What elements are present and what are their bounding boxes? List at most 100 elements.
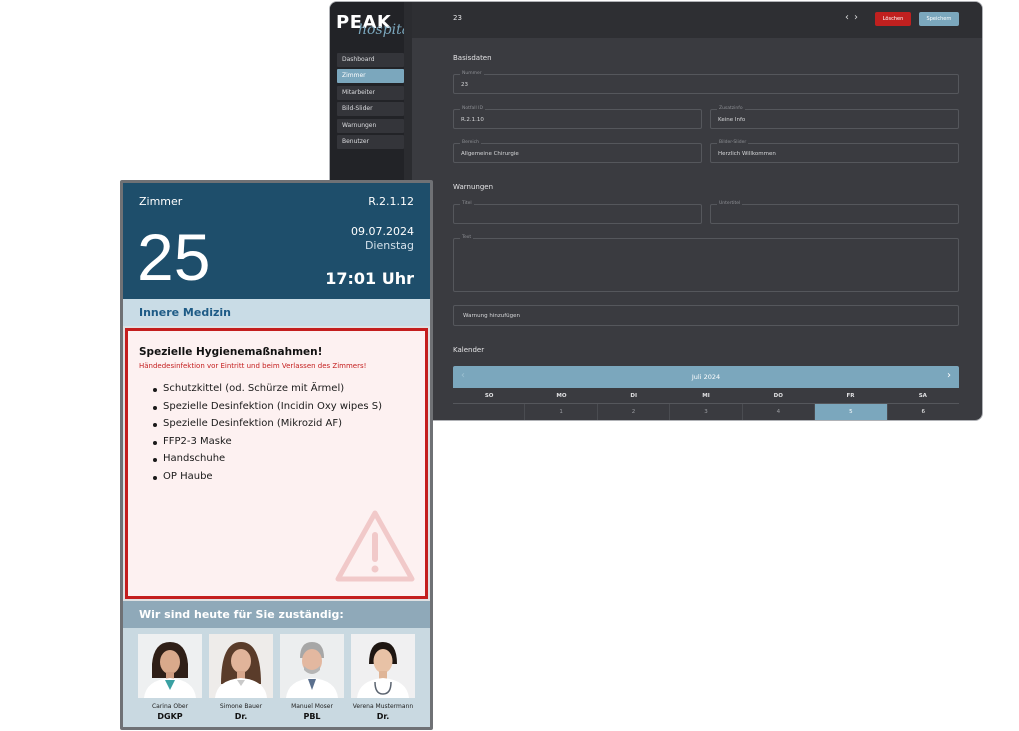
chevron-right-icon[interactable]: › [854,12,863,23]
room-id: R.2.1.12 [368,195,414,208]
staff-name: Manuel Moser [291,703,333,710]
titel-label: Titel [460,201,474,206]
team-section: Carina Ober DGKP Simone Bauer Dr. Manuel… [123,628,430,727]
bereich-label: Bereich [460,140,481,145]
list-item: Handschuhe [153,453,382,471]
notfall-id-field[interactable]: Notfall ID R.2.1.10 [453,106,702,129]
chevron-right-icon[interactable]: › [947,370,951,381]
weekday-label: FR [846,393,855,399]
text-area[interactable]: Text [453,235,959,292]
sidebar-item-warnungen[interactable]: Warnungen [337,118,404,133]
staff-card: Simone Bauer Dr. [209,634,273,721]
weekday-label: SA [918,393,927,399]
weekday: Dienstag [364,239,414,252]
avatar [351,634,415,698]
weekday-label: DI [630,393,638,399]
calendar-day-today[interactable]: 5 [814,404,887,420]
save-button[interactable]: Speichern [919,12,959,26]
room-number-title: 23 [453,14,462,22]
calendar-header: ‹ Juli 2024 › [453,366,959,388]
avatar [280,634,344,698]
admin-content: Basisdaten Nummer 23 Notfall ID R.2.1.10… [412,38,982,420]
nummer-label: Nummer [460,71,484,76]
zusatzinfo-field[interactable]: Zusatzinfo Keine Info [710,106,959,129]
warning-triangle-icon [335,510,415,582]
calendar-month: Juli 2024 [691,373,721,381]
calendar-day[interactable]: 1 [524,404,596,420]
section-title-basisdaten: Basisdaten [453,54,492,62]
staff-card: Carina Ober DGKP [138,634,202,721]
pager: ‹› [845,12,863,23]
calendar-day[interactable]: 4 [741,404,814,420]
weekday-label: DO [773,393,783,399]
staff-card: Manuel Moser PBL [280,634,344,721]
zimmer-label: Zimmer [139,195,183,208]
date: 09.07.2024 [351,225,414,238]
notfall-id-value: R.2.1.10 [461,117,484,123]
staff-role: PBL [303,712,321,721]
titel-field[interactable]: Titel [453,201,702,224]
time: 17:01 Uhr [325,269,414,288]
section-title-warnungen: Warnungen [453,183,494,191]
delete-button[interactable]: Löschen [875,12,911,26]
team-title: Wir sind heute für Sie zuständig: [123,601,430,628]
weekday-label: MI [702,393,710,399]
calendar-day[interactable]: 2 [596,404,669,420]
bereich-value: Allgemeine Chirurgie [461,151,519,157]
untertitel-field[interactable]: Untertitel [710,201,959,224]
calendar-day[interactable]: 3 [669,404,741,420]
calendar-day[interactable] [453,404,524,420]
bilder-slider-label: Bilder-Slider [717,140,749,145]
text-label: Text [460,235,474,240]
room-display-tablet: Zimmer R.2.1.12 25 09.07.2024 Dienstag 1… [120,180,433,730]
calendar-weekdays: SO MO DI MI DO FR SA [453,388,959,404]
room-number: 25 [137,220,211,294]
weekday-label: SO [484,393,494,399]
staff-name: Simone Bauer [219,703,263,710]
sidebar-nav: Dashboard Zimmer Mitarbeiter Bild-Slider… [337,53,404,151]
staff-role: DGKP [157,712,183,721]
admin-topbar: 23 ‹› Löschen Speichern [412,2,982,38]
list-item: OP Haube [153,471,382,489]
add-warning-button[interactable]: Warnung hinzufügen [453,305,959,326]
staff-role: Dr. [376,712,390,721]
notfall-id-label: Notfall ID [460,106,485,111]
staff-name: Carina Ober [151,703,189,710]
calendar: ‹ Juli 2024 › SO MO DI MI DO FR SA 1 2 3… [453,366,959,420]
warning-title: Spezielle Hygienemaßnahmen! [139,346,323,358]
bilder-slider-value: Herzlich Willkommen [718,151,776,157]
room-display-screen: Zimmer R.2.1.12 25 09.07.2024 Dienstag 1… [123,183,430,727]
untertitel-label: Untertitel [717,201,743,206]
zusatzinfo-value: Keine Info [718,117,746,123]
room-header: Zimmer R.2.1.12 25 09.07.2024 Dienstag 1… [123,183,430,299]
hygiene-warning-box: Spezielle Hygienemaßnahmen! Händedesinfe… [125,328,428,599]
sidebar-item-dashboard[interactable]: Dashboard [337,53,404,67]
list-item: Spezielle Desinfektion (Incidin Oxy wipe… [153,401,382,419]
bereich-field[interactable]: Bereich Allgemeine Chirurgie [453,140,702,163]
sidebar-item-bild-slider[interactable]: Bild-Slider [337,102,404,117]
chevron-left-icon[interactable]: ‹ [845,12,854,23]
list-item: Spezielle Desinfektion (Mikrozid AF) [153,418,382,436]
avatar [209,634,273,698]
zusatzinfo-label: Zusatzinfo [717,106,745,111]
avatar [138,634,202,698]
weekday-label: MO [556,393,567,399]
bilder-slider-field[interactable]: Bilder-Slider Herzlich Willkommen [710,140,959,163]
department-bar: Innere Medizin [123,299,430,326]
warning-list: Schutzkittel (od. Schürze mit Ärmel) Spe… [153,383,382,489]
sidebar-item-zimmer[interactable]: Zimmer [337,69,404,84]
calendar-day[interactable]: 6 [886,404,959,420]
sidebar-item-benutzer[interactable]: Benutzer [337,134,404,149]
list-item: FFP2-3 Maske [153,436,382,454]
list-item: Schutzkittel (od. Schürze mit Ärmel) [153,383,382,401]
nummer-field[interactable]: Nummer 23 [453,71,959,94]
nummer-value: 23 [461,82,468,88]
warning-subtitle: Händedesinfektion vor Eintritt und beim … [139,362,367,370]
peak-hospital-logo: PEAK hospital [336,10,415,42]
calendar-dates: 1 2 3 4 5 6 [453,404,959,420]
staff-card: Verena Mustermann Dr. [351,634,415,721]
section-title-kalender: Kalender [453,346,485,354]
staff-role: Dr. [234,712,248,721]
sidebar-item-mitarbeiter[interactable]: Mitarbeiter [337,85,404,100]
staff-name: Verena Mustermann [352,703,414,710]
